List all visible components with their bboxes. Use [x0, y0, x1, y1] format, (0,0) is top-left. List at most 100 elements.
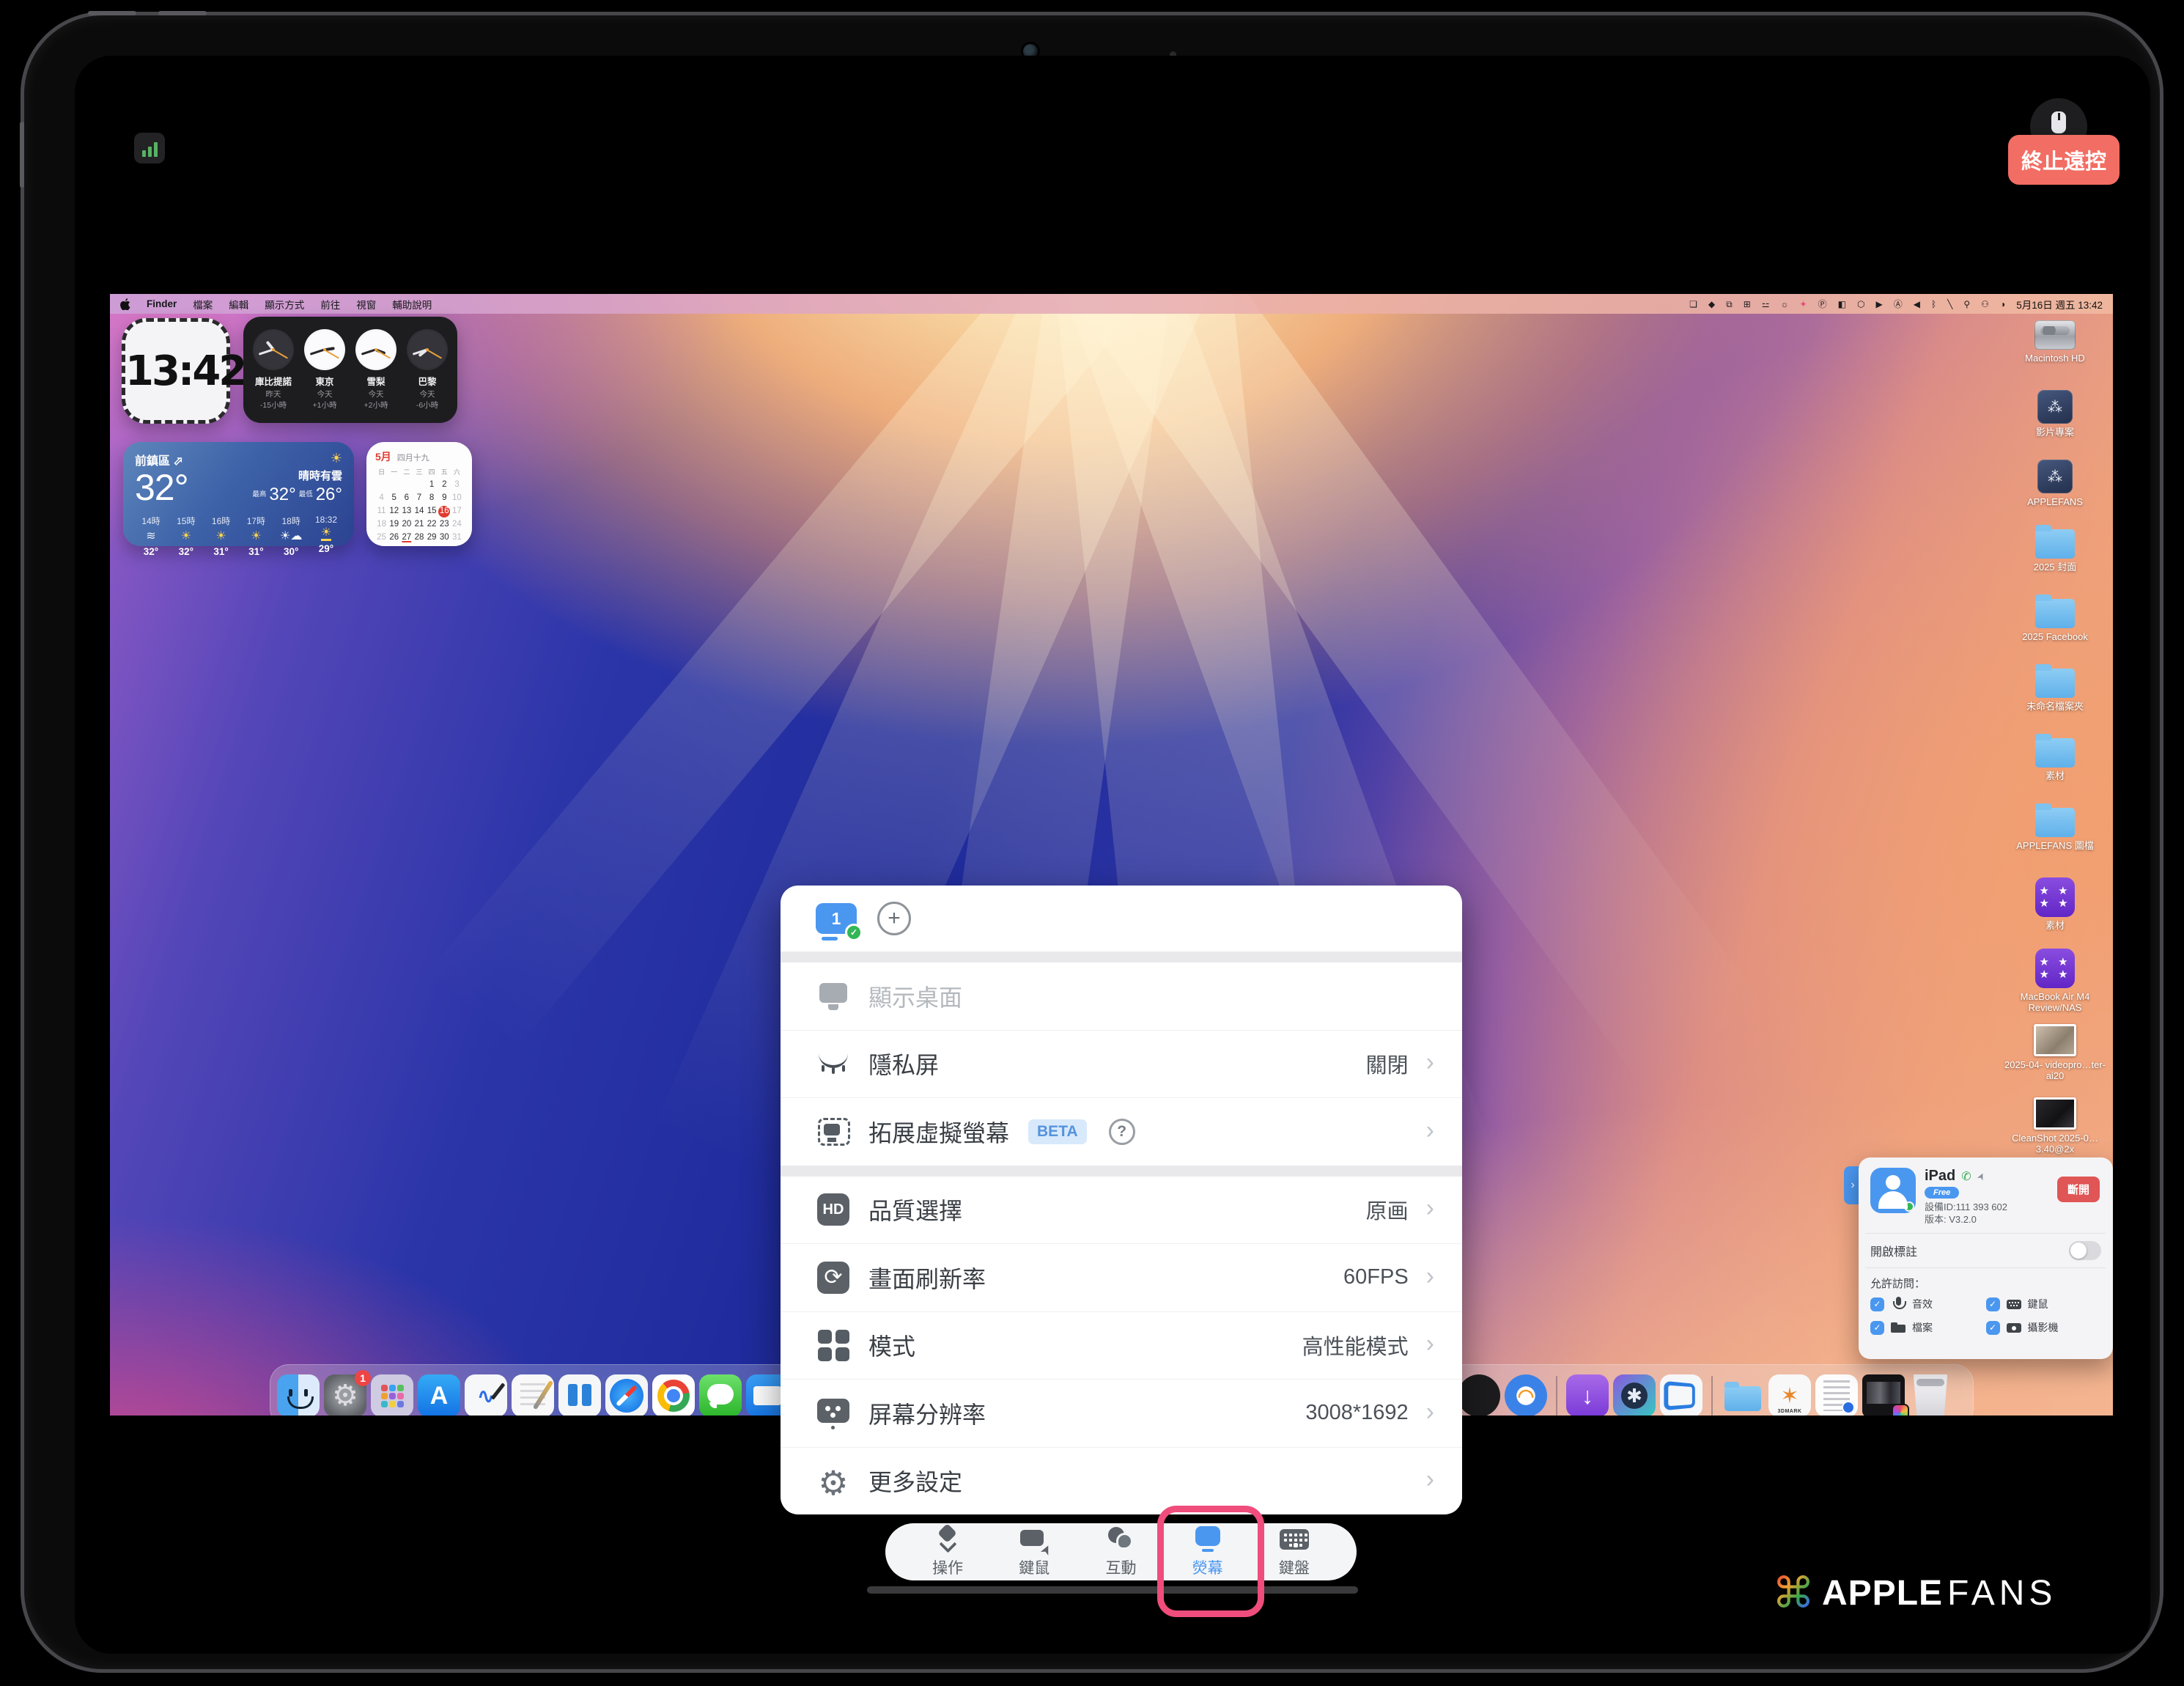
toolbar-button-interact[interactable]: 互動	[1087, 1525, 1154, 1578]
weather-widget[interactable]: 前鎮區 ⬀ 32° ☀ 晴時有雲 最高 32° 最低 26°	[123, 442, 354, 546]
desktop-icon-image-dark[interactable]: CleanShot 2025-0…3.40@2x	[1999, 1097, 2111, 1155]
menu-item-4[interactable]: 畫面刷新率60FPS›	[781, 1243, 1462, 1311]
calendar-day[interactable]	[400, 479, 413, 491]
desktop-icon-stars[interactable]: ★ ★ ★ ★MacBook Air M4 Review/NAS	[1999, 949, 2111, 1013]
calendar-day[interactable]: 9	[438, 492, 451, 504]
dock-icon-uniconverter[interactable]	[1505, 1374, 1547, 1416]
calendar-day[interactable]: 8	[426, 492, 438, 504]
calendar-day[interactable]: 31	[451, 531, 463, 544]
menubar-app-name[interactable]: Finder	[147, 298, 177, 309]
menubar-menu-view[interactable]: 顯示方式	[265, 297, 304, 312]
calendar-day[interactable]: 10	[451, 492, 463, 504]
calendar-day[interactable]: 3	[451, 479, 463, 491]
annotation-toggle[interactable]	[2069, 1241, 2101, 1260]
desktop-icon-server[interactable]: ⁂影片專案	[1999, 390, 2111, 438]
dock-icon-trash[interactable]	[1909, 1374, 1952, 1416]
calendar-day[interactable]: 26	[388, 531, 400, 544]
menubar-status-icon[interactable]: ❏	[1689, 300, 1697, 309]
menubar-status-icon[interactable]: ◀	[1914, 300, 1920, 309]
menubar-menu-help[interactable]: 輔助說明	[392, 297, 432, 312]
calendar-day[interactable]: 23	[438, 518, 451, 531]
calendar-day[interactable]: 5	[388, 492, 400, 504]
calendar-day[interactable]	[388, 479, 400, 491]
apple-logo-icon[interactable]	[120, 298, 130, 310]
toolbar-button-actions[interactable]: 操作	[914, 1525, 981, 1578]
calendar-day[interactable]: 29	[426, 531, 438, 544]
dock-icon-pages[interactable]	[512, 1374, 554, 1416]
checkbox-checked-icon[interactable]: ✓	[1870, 1297, 1884, 1311]
calendar-day[interactable]: 24	[451, 518, 463, 531]
desktop-icon-image[interactable]: 2025-04- videopro…ter-ai20	[1999, 1024, 2111, 1081]
calendar-day[interactable]: 30	[438, 531, 451, 544]
toolbar-button-kbdmouse[interactable]: 鍵鼠	[1000, 1525, 1068, 1578]
menubar-status-icon[interactable]: Ⓟ	[1818, 300, 1827, 309]
dock-icon-appstore[interactable]	[418, 1374, 460, 1416]
menubar-status-icon[interactable]: ◑	[2000, 300, 2005, 309]
menubar-status-icon[interactable]: Ⓐ	[1894, 300, 1903, 309]
menubar-status-icon[interactable]: ◧	[1838, 300, 1846, 309]
calendar-day[interactable]: 15	[426, 505, 438, 518]
menubar-menu-window[interactable]: 視窗	[356, 297, 376, 312]
end-remote-button[interactable]: 終止遠控	[2008, 135, 2120, 185]
world-clock-widget[interactable]: 庫比提諾昨天-15小時東京今天+1小時雪梨今天+2小時巴黎今天-6小時	[243, 317, 457, 423]
menu-item-2[interactable]: 拓展虛擬螢幕BETA?›	[781, 1097, 1462, 1166]
calendar-day[interactable]: 14	[413, 505, 425, 518]
menubar-datetime[interactable]: 5月16日 週五 13:42	[2016, 297, 2103, 312]
desktop-icon-folder[interactable]: 未命名檔案夾	[1999, 669, 2111, 712]
calendar-widget[interactable]: 5月 四月十九 日一二三四五六1234567891011121314151617…	[366, 442, 472, 546]
calendar-day[interactable]: 19	[388, 518, 400, 531]
menubar-status-icon[interactable]: ⚍	[1762, 300, 1770, 309]
toolbar-button-keyboard[interactable]: 鍵盤	[1261, 1525, 1328, 1578]
calendar-day[interactable]: 18	[375, 518, 388, 531]
calendar-day[interactable]	[413, 479, 425, 491]
calendar-day[interactable]: 7	[413, 492, 425, 504]
dock-icon-launchpad[interactable]	[371, 1374, 413, 1416]
dock-icon-settings[interactable]: 1	[324, 1374, 366, 1416]
dock-icon-receipt[interactable]	[1815, 1374, 1858, 1416]
menubar-status-icon[interactable]: ⚲	[1963, 300, 1970, 309]
calendar-day[interactable]: 12	[388, 505, 400, 518]
calendar-day[interactable]	[375, 479, 388, 491]
menubar-menu-edit[interactable]: 編輯	[229, 297, 248, 312]
calendar-day[interactable]: 11	[375, 505, 388, 518]
calendar-day[interactable]: 25	[375, 531, 388, 544]
calendar-day[interactable]: 13	[400, 505, 413, 518]
disconnect-button[interactable]: 斷開	[2057, 1177, 2100, 1202]
dock-icon-folder[interactable]	[1722, 1374, 1764, 1416]
menu-item-7[interactable]: 更多設定›	[781, 1447, 1462, 1515]
dock-icon-messages[interactable]	[699, 1374, 742, 1416]
dock-icon-fcp-circle[interactable]	[1458, 1374, 1500, 1416]
checkbox-checked-icon[interactable]: ✓	[1986, 1297, 2000, 1311]
calendar-day[interactable]: 4	[375, 492, 388, 504]
dock-icon-downie[interactable]	[1566, 1374, 1609, 1416]
calendar-day[interactable]: 22	[426, 518, 438, 531]
add-display-button[interactable]: +	[877, 902, 911, 935]
menubar-status-icon[interactable]: ╲	[1947, 300, 1952, 309]
menu-item-5[interactable]: 模式高性能模式›	[781, 1311, 1462, 1380]
checkbox-checked-icon[interactable]: ✓	[1986, 1321, 2000, 1335]
dock-icon-finder[interactable]	[277, 1374, 320, 1416]
dock-icon-chrome[interactable]	[652, 1374, 695, 1416]
dock-icon-safari[interactable]	[605, 1374, 648, 1416]
desktop-icon-folder[interactable]: APPLEFANS 圖檔	[1999, 808, 2111, 851]
calendar-day[interactable]: 28	[413, 531, 425, 544]
calendar-day[interactable]: 1	[426, 479, 438, 491]
desktop-icon-folder[interactable]: 2025 Facebook	[1999, 599, 2111, 642]
calendar-day[interactable]: 21	[413, 518, 425, 531]
call-icon[interactable]: ✆	[1961, 1169, 1971, 1184]
menubar-status-icon[interactable]: ⬡	[1857, 300, 1864, 309]
desktop-icon-folder[interactable]: 2025 封面	[1999, 529, 2111, 573]
dock-icon-screenrec[interactable]	[1660, 1374, 1702, 1416]
display-1-icon[interactable]: 1✓	[816, 903, 857, 934]
menubar-status-icon[interactable]: ◆	[1708, 300, 1715, 309]
dock-icon-fcp-project[interactable]	[1862, 1374, 1905, 1416]
menu-item-3[interactable]: 品質選擇原画›	[781, 1177, 1462, 1244]
calendar-day[interactable]: 2	[438, 479, 451, 491]
dock-icon-videoproc[interactable]	[1613, 1374, 1656, 1416]
menubar-status-icon[interactable]: ▶	[1875, 300, 1882, 309]
dock-icon-trello[interactable]	[558, 1374, 601, 1416]
calendar-day[interactable]: 16	[438, 505, 451, 518]
menubar-status-icon[interactable]: ☼	[1781, 300, 1789, 309]
desktop-icon-drive[interactable]: Macintosh HD	[1999, 320, 2111, 364]
menubar-status-icon[interactable]: ⧉	[1726, 300, 1733, 309]
